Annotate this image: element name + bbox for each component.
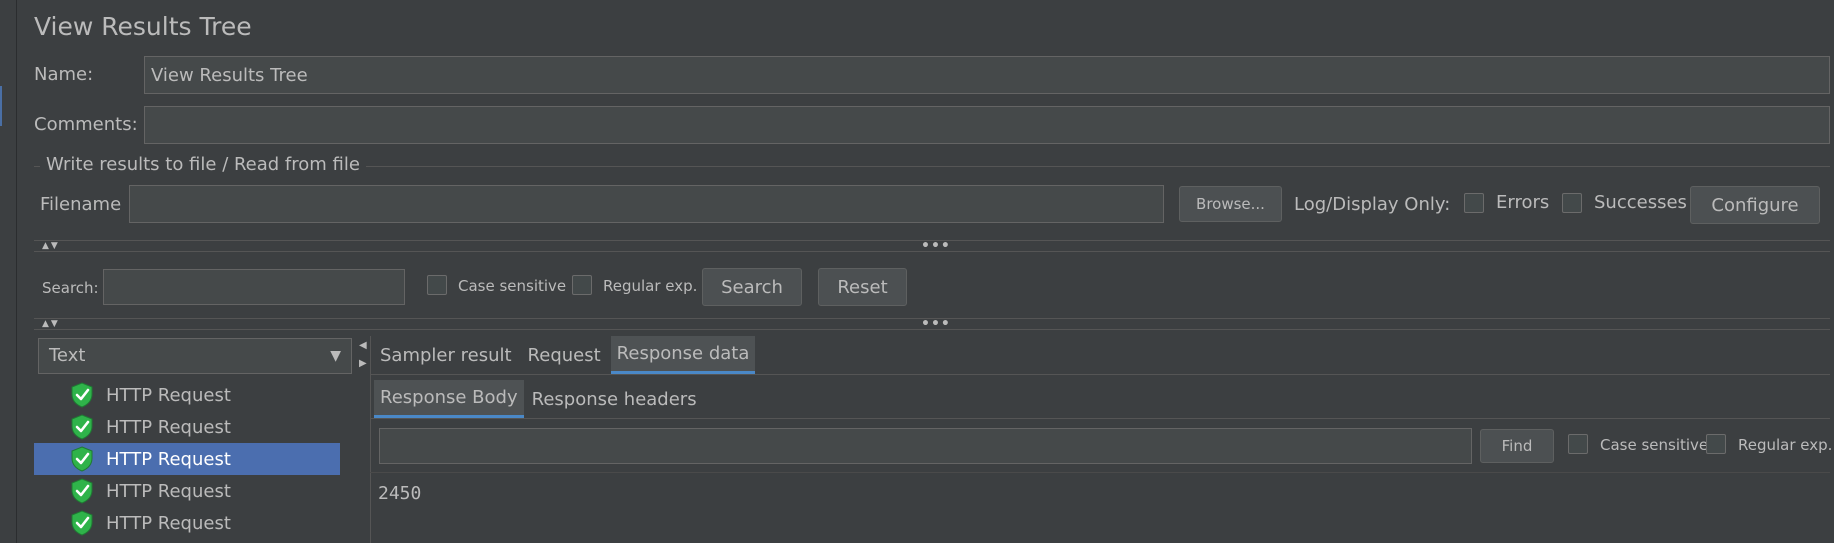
renderer-select[interactable]: Text ▼ bbox=[38, 338, 352, 374]
comments-label: Comments: bbox=[34, 114, 138, 135]
tree-item[interactable]: HTTP Request bbox=[34, 507, 340, 539]
configure-button[interactable]: Configure bbox=[1690, 186, 1820, 224]
find-regex-label: Regular exp. bbox=[1738, 436, 1833, 454]
collapse-arrows-icon[interactable]: ▲▼ bbox=[42, 319, 60, 329]
search-case-sensitive-label: Case sensitive bbox=[458, 277, 567, 295]
success-shield-icon bbox=[70, 382, 94, 408]
success-shield-icon bbox=[70, 510, 94, 536]
success-shield-icon bbox=[70, 446, 94, 472]
filename-field[interactable] bbox=[129, 185, 1164, 223]
tree-item-label: HTTP Request bbox=[106, 384, 231, 406]
search-case-sensitive-checkbox[interactable] bbox=[427, 275, 447, 295]
expand-right-icon[interactable]: ▶ bbox=[359, 358, 367, 369]
find-case-sensitive-label: Case sensitive bbox=[1600, 436, 1709, 454]
tab-response-body[interactable]: Response Body bbox=[374, 380, 524, 418]
drag-handle-icon[interactable]: ••• bbox=[921, 316, 951, 332]
tree-item[interactable]: HTTP Request bbox=[34, 379, 340, 411]
comments-field[interactable] bbox=[144, 106, 1830, 144]
drag-handle-icon[interactable]: ••• bbox=[921, 238, 951, 254]
search-regex-checkbox[interactable] bbox=[572, 275, 592, 295]
file-section-legend: Write results to file / Read from file bbox=[40, 154, 366, 175]
search-input[interactable] bbox=[103, 269, 405, 305]
log-display-only-label: Log/Display Only: bbox=[1294, 194, 1451, 215]
find-regex-checkbox[interactable] bbox=[1706, 434, 1726, 454]
errors-checkbox[interactable] bbox=[1464, 193, 1484, 213]
find-row-border bbox=[370, 472, 1830, 473]
successes-label: Successes bbox=[1594, 192, 1687, 213]
success-shield-icon bbox=[70, 414, 94, 440]
search-button[interactable]: Search bbox=[702, 268, 802, 306]
tree-item-label: HTTP Request bbox=[106, 416, 231, 438]
tab-request[interactable]: Request bbox=[522, 336, 607, 374]
search-label: Search: bbox=[42, 279, 99, 297]
result-tabs: Sampler result Request Response data bbox=[374, 336, 756, 374]
tab-response-headers[interactable]: Response headers bbox=[526, 380, 703, 418]
vertical-splitter[interactable]: ◀ ▶ bbox=[356, 336, 371, 543]
errors-label: Errors bbox=[1496, 192, 1550, 213]
tree-item-label: HTTP Request bbox=[106, 448, 231, 470]
tab-strip-border bbox=[370, 374, 1830, 375]
renderer-select-value: Text bbox=[49, 345, 86, 366]
subtab-strip-border bbox=[370, 418, 1830, 419]
collapse-left-icon[interactable]: ◀ bbox=[359, 340, 367, 351]
left-gutter bbox=[0, 0, 17, 543]
browse-button[interactable]: Browse... bbox=[1179, 186, 1282, 222]
tree-item[interactable]: HTTP Request bbox=[34, 411, 340, 443]
chevron-down-icon: ▼ bbox=[330, 348, 341, 364]
success-shield-icon bbox=[70, 478, 94, 504]
response-tabs: Response Body Response headers bbox=[374, 380, 703, 418]
name-field[interactable] bbox=[144, 56, 1830, 94]
reset-button[interactable]: Reset bbox=[818, 268, 907, 306]
tree-item[interactable]: HTTP Request bbox=[34, 475, 340, 507]
left-gutter-marker bbox=[0, 86, 2, 126]
response-body-text: 2450 bbox=[378, 483, 422, 504]
collapse-arrows-icon[interactable]: ▲▼ bbox=[42, 241, 60, 251]
find-input[interactable] bbox=[379, 428, 1472, 464]
tab-sampler-result[interactable]: Sampler result bbox=[374, 336, 518, 374]
successes-checkbox[interactable] bbox=[1562, 193, 1582, 213]
tree-item-label: HTTP Request bbox=[106, 512, 231, 534]
tab-response-data[interactable]: Response data bbox=[610, 336, 756, 374]
panel-title: View Results Tree bbox=[34, 12, 252, 41]
find-case-sensitive-checkbox[interactable] bbox=[1568, 434, 1588, 454]
tree-item[interactable]: HTTP Request bbox=[34, 443, 340, 475]
tree-item-label: HTTP Request bbox=[106, 480, 231, 502]
filename-label: Filename bbox=[40, 194, 122, 215]
name-label: Name: bbox=[34, 64, 94, 85]
search-regex-label: Regular exp. bbox=[603, 277, 698, 295]
find-button[interactable]: Find bbox=[1480, 429, 1554, 463]
